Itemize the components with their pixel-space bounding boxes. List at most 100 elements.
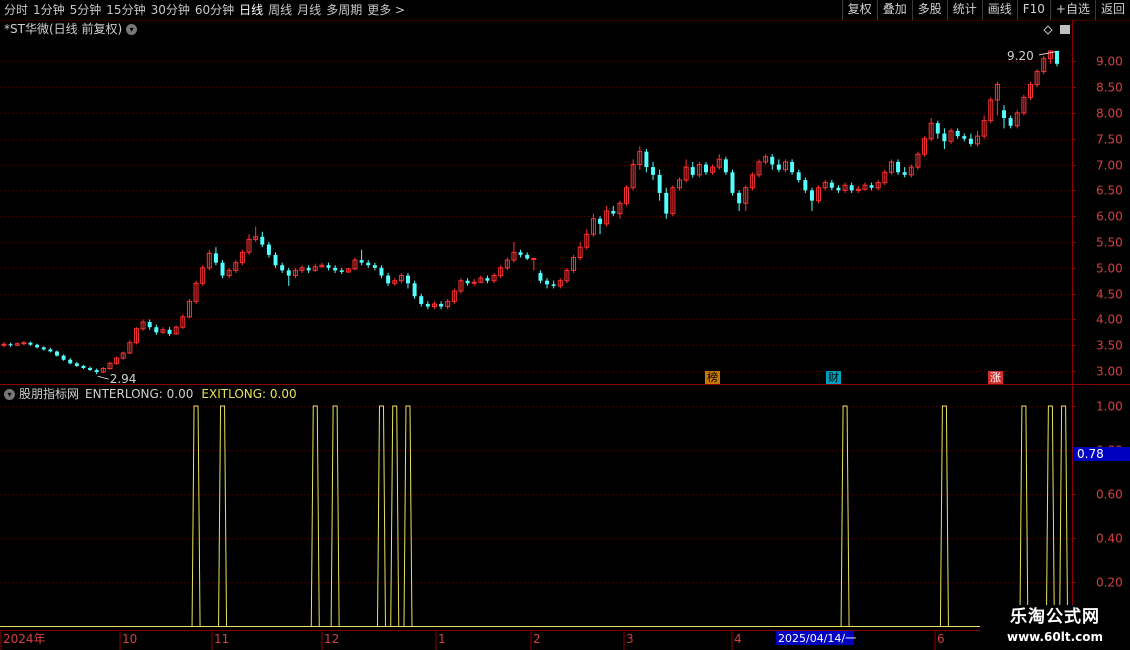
candle-body [54, 351, 59, 356]
tag-bang[interactable]: 榜 [705, 371, 720, 384]
time-axis-label: 4 [734, 632, 742, 646]
indicator-tick-label: 0.40 [1096, 532, 1123, 546]
candle-body [644, 151, 649, 168]
candle-body [902, 172, 907, 175]
candle-body [339, 270, 344, 272]
candle-body [518, 252, 523, 255]
candle-body [68, 359, 73, 364]
price-tick-label: 5.00 [1096, 262, 1123, 276]
candle-body [809, 190, 814, 201]
candle-body [551, 284, 556, 286]
price-tick-label: 3.50 [1096, 339, 1123, 353]
kline-chart[interactable]: 9.00 8.50 8.00 7.50 7.00 6.50 6.00 5.50 5.00 4.50… [0, 0, 1130, 650]
candle-body [333, 267, 338, 271]
time-axis-label: 12 [324, 632, 339, 646]
candle-body [359, 260, 364, 263]
signal-spike [403, 405, 413, 627]
candle-body [651, 167, 656, 175]
window-toggle-icon [1060, 25, 1070, 34]
tag-cai[interactable]: 财 [826, 371, 841, 384]
candle-body [611, 211, 616, 214]
signal-spike [1045, 405, 1055, 627]
candle-body [167, 329, 172, 334]
price-tick-label: 4.50 [1096, 288, 1123, 302]
candle-body [412, 283, 417, 297]
candle-body [405, 275, 410, 284]
time-axis-label: 1 [438, 632, 446, 646]
time-axis-label: 10 [122, 632, 137, 646]
signal-spike [840, 405, 850, 627]
candle-body [1055, 50, 1059, 64]
candle-body [531, 258, 537, 261]
candle-body [273, 254, 278, 266]
candle-body [836, 187, 841, 191]
candle-body [770, 156, 775, 165]
candle-body [1008, 118, 1013, 126]
candle-body [425, 303, 430, 307]
candle-body [61, 355, 66, 360]
price-tick-label: 7.00 [1096, 159, 1123, 173]
candle-body [968, 138, 973, 144]
time-cursor-label: 2025/04/14/一 [778, 632, 856, 645]
candle-body [776, 164, 781, 170]
candle-body [266, 244, 271, 255]
candle-body [704, 164, 708, 173]
time-axis-label: 3 [626, 632, 634, 646]
candle-body [88, 367, 93, 371]
time-axis-label: 11 [214, 632, 229, 646]
candle-body [260, 236, 265, 245]
candle-body [896, 161, 901, 173]
candle-body [525, 254, 530, 259]
high-price-label: 9.20 [1007, 49, 1034, 63]
candle-body [829, 182, 834, 188]
candle-body [869, 185, 874, 188]
candle-body [730, 172, 735, 193]
candle-body [28, 342, 33, 345]
candle-body [803, 180, 808, 191]
candle-body [657, 174, 662, 193]
candle-body [379, 267, 384, 276]
candle-body [942, 133, 947, 142]
candle-body [220, 262, 225, 276]
price-tick-label: 8.50 [1096, 81, 1123, 95]
candle-body [147, 322, 152, 328]
candle-body [485, 278, 490, 281]
watermark-title: 乐淘公式网 [1010, 607, 1100, 627]
candle-body [538, 272, 543, 281]
candle-body [48, 349, 53, 352]
candle-body [286, 270, 291, 276]
candle-body [419, 296, 424, 304]
watermark-url: www.60lt.com [1006, 630, 1104, 644]
candle-body [439, 303, 444, 307]
tag-zhang[interactable]: 涨 [988, 371, 1003, 384]
indicator-current-value: 0.78 [1077, 447, 1104, 461]
time-axis-label: 2024年 [3, 632, 46, 646]
indicator-tick-label: 1.00 [1096, 400, 1123, 414]
candle-body [737, 192, 742, 204]
candle-body [366, 262, 371, 266]
candle-body [796, 172, 801, 181]
signal-spike [330, 405, 340, 627]
candle-body [955, 130, 960, 137]
time-axis-label: 2 [533, 632, 541, 646]
low-marker-line [97, 375, 109, 380]
candle-body [545, 280, 550, 285]
signal-spike [1019, 405, 1029, 627]
price-tick-label: 9.00 [1096, 55, 1123, 69]
signal-spike [1059, 405, 1069, 627]
candle-body [306, 267, 311, 271]
low-price-label: 2.94 [110, 372, 137, 386]
candle-body [41, 347, 46, 350]
signal-spike [218, 405, 228, 627]
candle-body [690, 167, 695, 175]
candle-body [935, 123, 940, 134]
price-tick-label: 4.00 [1096, 313, 1123, 327]
watermark: 乐淘公式网 www.60lt.com [980, 605, 1130, 650]
signal-spike [939, 405, 949, 627]
signal-spike [191, 405, 201, 627]
candle-body [962, 136, 967, 139]
candle-body [790, 161, 795, 173]
candle-body [723, 159, 728, 173]
signal-spike [376, 405, 386, 627]
candle-body [94, 370, 99, 373]
